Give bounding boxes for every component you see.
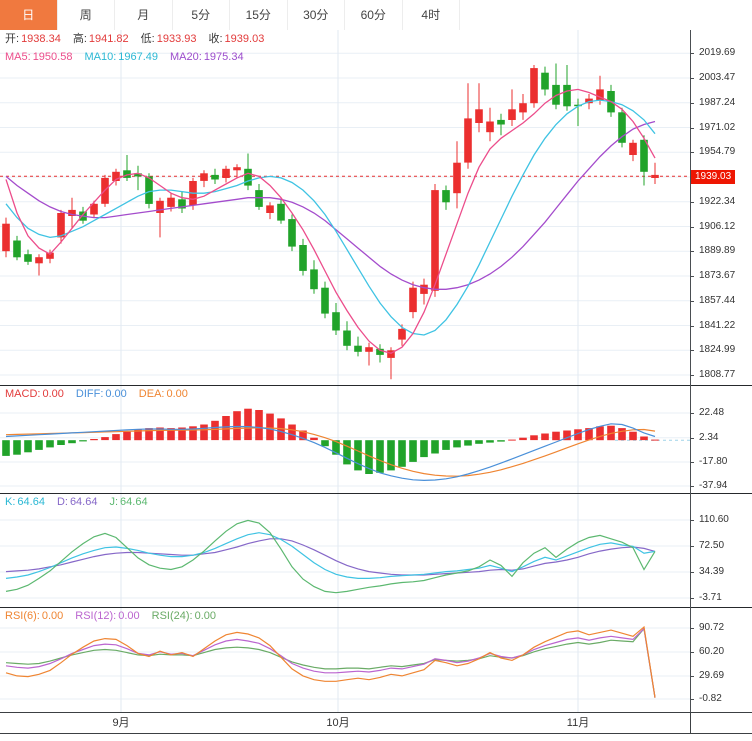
- macd-axis: 22.48 2.34 -17.80 -37.94: [690, 386, 752, 493]
- axis-label: 1889.89: [699, 245, 735, 257]
- axis-label: 1824.99: [699, 344, 735, 356]
- axis-label: 110.60: [699, 514, 729, 526]
- info-label: D:: [57, 496, 68, 508]
- axis-label: 2.34: [699, 432, 718, 444]
- axis-corner-cell: [690, 713, 752, 733]
- axis-label: 1987.24: [699, 97, 735, 109]
- info-label: MACD:: [5, 388, 40, 400]
- axis-label: 1954.79: [699, 146, 735, 158]
- info-value: 1941.82: [89, 33, 129, 45]
- info-value: 1938.34: [21, 33, 61, 45]
- info-label: 开:: [5, 33, 19, 45]
- info-value: 1967.49: [118, 51, 158, 63]
- info-value: 1939.03: [225, 33, 265, 45]
- rsi-pane: RSI(6):0.00RSI(12):0.00RSI(24):0.00 90.7…: [0, 608, 752, 712]
- rsi-info-row: RSI(6):0.00RSI(12):0.00RSI(24):0.00: [5, 608, 228, 625]
- info-label: DEA:: [139, 388, 165, 400]
- ma-info-row: MA5:1950.58 MA10:1967.49 MA20:1975.34: [5, 49, 256, 66]
- info-label: MA20:: [170, 51, 202, 63]
- period-toolbar: 日周月5分15分30分60分4时: [0, 0, 752, 31]
- tab-period-5[interactable]: 30分: [288, 0, 346, 30]
- axis-label: 1922.34: [699, 196, 735, 208]
- axis-label: 90.72: [699, 622, 724, 634]
- axis-label: -0.82: [699, 693, 722, 705]
- axis-label: -37.94: [699, 480, 727, 492]
- info-label: RSI(12):: [75, 610, 116, 622]
- ohlc-info-row: 开:1938.34 高:1941.82 低:1933.93 收:1939.03: [5, 31, 276, 48]
- kdj-axis: 110.60 72.50 34.39 -3.71: [690, 494, 752, 607]
- candles: [2, 64, 659, 380]
- trading-app: 日周月5分15分30分60分4时 开:1938.34高:1941.82低:193…: [0, 0, 752, 741]
- info-label: 收:: [208, 33, 222, 45]
- axis-label: 2003.47: [699, 72, 735, 84]
- axis-label: 1857.44: [699, 295, 735, 307]
- info-value: 0.00: [105, 388, 126, 400]
- info-label: MA10:: [84, 51, 116, 63]
- axis-label: 34.39: [699, 566, 724, 578]
- axis-label: 29.69: [699, 670, 724, 682]
- info-value: 0.00: [42, 388, 63, 400]
- tab-period-7[interactable]: 4时: [403, 0, 461, 30]
- month-label: 11月: [567, 713, 589, 733]
- info-label: J:: [109, 496, 118, 508]
- axis-spine: [690, 30, 691, 712]
- info-value: 1975.34: [204, 51, 244, 63]
- info-label: K:: [5, 496, 15, 508]
- month-label: 10月: [326, 713, 349, 733]
- axis-label: 60.20: [699, 646, 724, 658]
- macd-histogram: [2, 409, 659, 474]
- info-value: 0.00: [118, 610, 139, 622]
- rsi-axis: 90.72 60.20 29.69 -0.82: [690, 608, 752, 712]
- main-chart-pane: 开:1938.34高:1941.82低:1933.93收:1939.03 MA5…: [0, 30, 752, 386]
- macd-info-row: MACD:0.00DIFF:0.00DEA:0.00: [5, 386, 200, 403]
- info-value: 0.00: [42, 610, 63, 622]
- month-label: 9月: [112, 713, 129, 733]
- time-axis: 9月 10月 11月: [0, 712, 752, 734]
- kdj-pane: K:64.64D:64.64J:64.64 110.6072.5034.39-3…: [0, 494, 752, 608]
- price-axis: 2019.69 2003.47 1987.24 1971.02 1954.79 1939.…: [690, 30, 752, 385]
- info-value: 1950.58: [33, 51, 73, 63]
- axis-label: 1873.67: [699, 270, 735, 282]
- info-label: 低:: [141, 33, 155, 45]
- info-label: RSI(24):: [152, 610, 193, 622]
- info-value: 0.00: [166, 388, 187, 400]
- info-label: DIFF:: [76, 388, 104, 400]
- tab-period-4[interactable]: 15分: [230, 0, 288, 30]
- axis-label: 72.50: [699, 540, 724, 552]
- info-value: 64.64: [17, 496, 45, 508]
- info-value: 1933.93: [157, 33, 197, 45]
- info-label: MA5:: [5, 51, 31, 63]
- axis-label: -17.80: [699, 456, 727, 468]
- axis-label: 1971.02: [699, 122, 735, 134]
- kdj-info-row: K:64.64D:64.64J:64.64: [5, 494, 160, 511]
- tab-period-6[interactable]: 60分: [345, 0, 403, 30]
- candlestick-chart[interactable]: [0, 30, 690, 385]
- info-label: 高:: [73, 33, 87, 45]
- info-value: 0.00: [195, 610, 216, 622]
- axis-label: 2019.69: [699, 47, 735, 59]
- axis-label: -3.71: [699, 592, 722, 604]
- tab-period-1[interactable]: 周: [58, 0, 116, 30]
- info-label: RSI(6):: [5, 610, 40, 622]
- axis-label: 1906.12: [699, 221, 735, 233]
- axis-label: 22.48: [699, 407, 724, 419]
- axis-label: 1808.77: [699, 369, 735, 381]
- info-value: 64.64: [120, 496, 148, 508]
- tab-period-2[interactable]: 月: [115, 0, 173, 30]
- tab-period-0[interactable]: 日: [0, 0, 58, 30]
- info-value: 64.64: [70, 496, 98, 508]
- tab-period-3[interactable]: 5分: [173, 0, 231, 30]
- macd-pane: MACD:0.00DIFF:0.00DEA:0.00 22.482.34-17.…: [0, 386, 752, 494]
- axis-label: 1841.22: [699, 320, 735, 332]
- current-price-tag: 1939.03: [691, 170, 735, 184]
